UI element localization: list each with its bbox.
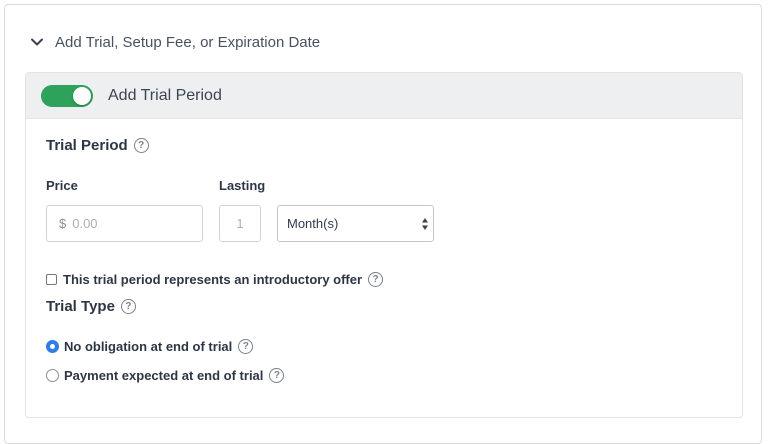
question-circle-icon[interactable]: ? [269,368,285,383]
price-field[interactable]: $ [46,205,203,242]
chevron-down-icon [31,38,43,46]
currency-symbol: $ [59,216,67,231]
trial-period-heading: Trial Period ? [46,137,149,154]
intro-offer-row[interactable]: This trial period represents an introduc… [46,272,384,287]
add-trial-toggle[interactable] [41,85,93,107]
section-toggle[interactable]: Add Trial, Setup Fee, or Expiration Date [29,31,320,53]
trial-type-option-payment-expected[interactable]: Payment expected at end of trial ? [46,368,285,383]
section-title: Add Trial, Setup Fee, or Expiration Date [55,33,321,51]
price-input[interactable] [72,216,183,231]
intro-offer-checkbox[interactable] [46,274,57,285]
trial-card: Add Trial Period Trial Period ? Price La… [25,72,743,418]
trial-card-header: Add Trial Period [26,73,742,119]
radio-button-selected[interactable] [46,340,59,353]
trial-period-title: Trial Period [46,137,128,154]
lasting-input[interactable] [220,206,260,241]
duration-unit-select[interactable]: Month(s) [277,205,434,242]
trial-type-title: Trial Type [46,298,115,315]
radio-button[interactable] [46,369,59,382]
lasting-label: Lasting [219,178,266,193]
question-circle-icon[interactable]: ? [368,272,384,287]
price-label: Price [46,178,78,193]
lasting-field[interactable] [219,205,261,242]
question-circle-icon[interactable]: ? [120,299,136,314]
toggle-knob [73,87,91,105]
sort-arrows-icon [422,218,428,230]
question-circle-icon[interactable]: ? [238,339,254,354]
trial-type-heading: Trial Type ? [46,298,136,315]
duration-unit-value: Month(s) [287,216,339,231]
intro-offer-label: This trial period represents an introduc… [63,272,363,287]
add-trial-label: Add Trial Period [108,87,222,104]
trial-type-option-label: No obligation at end of trial [64,339,233,354]
trial-type-option-no-obligation[interactable]: No obligation at end of trial ? [46,339,254,354]
question-circle-icon[interactable]: ? [133,138,149,153]
trial-type-option-label: Payment expected at end of trial [64,368,264,383]
